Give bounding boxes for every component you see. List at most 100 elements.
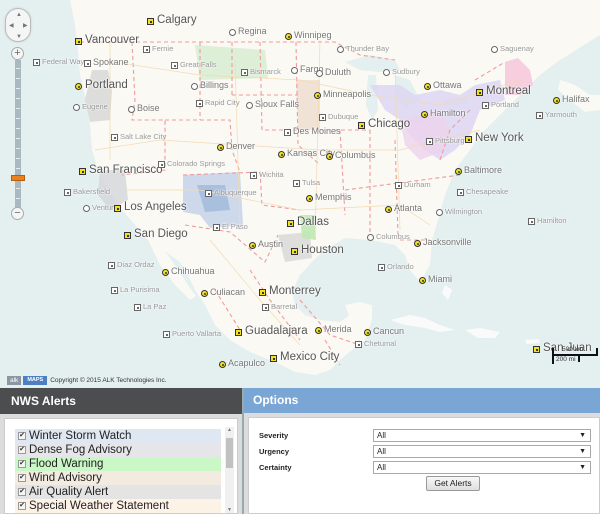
city-marker-icon[interactable] — [111, 134, 118, 141]
city-marker-icon[interactable] — [249, 242, 256, 249]
zoom-in-button[interactable]: + — [11, 47, 24, 60]
city-marker-icon[interactable] — [291, 67, 298, 74]
city-marker-icon[interactable] — [355, 341, 362, 348]
city-marker-icon[interactable] — [306, 195, 313, 202]
city-marker-icon[interactable] — [241, 69, 248, 76]
city-marker-icon[interactable] — [270, 355, 277, 362]
city-marker-icon[interactable] — [315, 327, 322, 334]
city-marker-icon[interactable] — [455, 168, 462, 175]
alert-type-item[interactable]: ✔ Dense Fog Advisory — [15, 443, 221, 457]
alert-type-item[interactable]: ✔ Air Quality Alert — [15, 485, 221, 499]
scroll-down-arrow-icon[interactable]: ▼ — [225, 507, 234, 513]
city-marker-icon[interactable] — [84, 60, 91, 67]
pan-down-button[interactable]: ▼ — [16, 34, 22, 40]
scroll-up-arrow-icon[interactable]: ▲ — [225, 427, 234, 433]
alert-checkbox[interactable]: ✔ — [18, 488, 26, 496]
pan-control[interactable]: ▲ ◀ ▶ ▼ — [5, 8, 31, 42]
city-marker-icon[interactable] — [395, 182, 402, 189]
map-canvas[interactable]: Calgary Regina Winnipeg Thunder Bay Saguenay… — [0, 0, 600, 388]
city-marker-icon[interactable] — [383, 69, 390, 76]
city-marker-icon[interactable] — [457, 189, 464, 196]
city-marker-icon[interactable] — [419, 277, 426, 284]
scrollbar-thumb[interactable] — [226, 438, 233, 468]
alert-type-item[interactable]: ✔ Winter Storm Watch — [15, 429, 221, 443]
pan-right-button[interactable]: ▶ — [23, 23, 28, 29]
city-marker-icon[interactable] — [75, 38, 82, 45]
city-marker-icon[interactable] — [79, 168, 86, 175]
city-marker-icon[interactable] — [421, 111, 428, 118]
city-marker-icon[interactable] — [465, 136, 472, 143]
zoom-out-button[interactable]: − — [11, 207, 24, 220]
alerts-scrollbar[interactable]: ▲ ▼ — [225, 427, 234, 513]
city-marker-icon[interactable] — [287, 220, 294, 227]
city-marker-icon[interactable] — [128, 106, 135, 113]
city-marker-icon[interactable] — [229, 29, 236, 36]
alert-checkbox[interactable]: ✔ — [18, 432, 26, 440]
alert-type-item[interactable]: ✔ Special Weather Statement — [15, 499, 221, 513]
city-marker-icon[interactable] — [250, 172, 257, 179]
city-marker-icon[interactable] — [205, 190, 212, 197]
city-marker-icon[interactable] — [364, 329, 371, 336]
city-marker-icon[interactable] — [33, 59, 40, 66]
city-marker-icon[interactable] — [158, 161, 165, 168]
city-marker-icon[interactable] — [528, 218, 535, 225]
city-marker-icon[interactable] — [426, 138, 433, 145]
city-marker-icon[interactable] — [316, 70, 323, 77]
city-marker-icon[interactable] — [533, 346, 540, 353]
alert-checkbox[interactable]: ✔ — [18, 474, 26, 482]
city-marker-icon[interactable] — [235, 329, 242, 336]
city-marker-icon[interactable] — [163, 331, 170, 338]
city-marker-icon[interactable] — [114, 205, 121, 212]
city-marker-icon[interactable] — [217, 144, 224, 151]
city-marker-icon[interactable] — [219, 361, 226, 368]
alert-checkbox[interactable]: ✔ — [18, 460, 26, 468]
city-marker-icon[interactable] — [414, 240, 421, 247]
city-marker-icon[interactable] — [246, 102, 253, 109]
city-marker-icon[interactable] — [314, 92, 321, 99]
alert-checkbox[interactable]: ✔ — [18, 502, 26, 510]
city-marker-icon[interactable] — [424, 83, 431, 90]
certainty-select[interactable]: All ▼ — [373, 461, 591, 474]
city-marker-icon[interactable] — [278, 151, 285, 158]
city-marker-icon[interactable] — [284, 129, 291, 136]
city-marker-icon[interactable] — [436, 209, 443, 216]
city-marker-icon[interactable] — [358, 122, 365, 129]
city-marker-icon[interactable] — [378, 264, 385, 271]
city-marker-icon[interactable] — [111, 287, 118, 294]
city-marker-icon[interactable] — [476, 89, 483, 96]
city-marker-icon[interactable] — [162, 269, 169, 276]
city-marker-icon[interactable] — [326, 153, 333, 160]
city-marker-icon[interactable] — [553, 97, 560, 104]
city-marker-icon[interactable] — [319, 114, 326, 121]
city-marker-icon[interactable] — [482, 102, 489, 109]
zoom-slider-track[interactable] — [15, 60, 21, 208]
city-marker-icon[interactable] — [285, 33, 292, 40]
city-marker-icon[interactable] — [367, 234, 374, 241]
city-marker-icon[interactable] — [134, 304, 141, 311]
alert-type-item[interactable]: ✔ Wind Advisory — [15, 471, 221, 485]
city-marker-icon[interactable] — [337, 46, 344, 53]
city-marker-icon[interactable] — [196, 100, 203, 107]
city-marker-icon[interactable] — [73, 104, 80, 111]
city-marker-icon[interactable] — [213, 224, 220, 231]
city-marker-icon[interactable] — [385, 206, 392, 213]
alert-type-item[interactable]: ✔ Flood Warning — [15, 457, 221, 471]
city-marker-icon[interactable] — [191, 83, 198, 90]
get-alerts-button[interactable]: Get Alerts — [426, 476, 480, 491]
city-marker-icon[interactable] — [124, 232, 131, 239]
city-marker-icon[interactable] — [171, 62, 178, 69]
city-marker-icon[interactable] — [147, 18, 154, 25]
city-marker-icon[interactable] — [262, 304, 269, 311]
city-marker-icon[interactable] — [143, 46, 150, 53]
city-marker-icon[interactable] — [64, 189, 71, 196]
city-marker-icon[interactable] — [293, 180, 300, 187]
pan-up-button[interactable]: ▲ — [16, 12, 22, 18]
city-marker-icon[interactable] — [201, 290, 208, 297]
city-marker-icon[interactable] — [491, 46, 498, 53]
city-marker-icon[interactable] — [108, 262, 115, 269]
city-marker-icon[interactable] — [291, 248, 298, 255]
city-marker-icon[interactable] — [83, 205, 90, 212]
pan-left-button[interactable]: ◀ — [9, 23, 14, 29]
city-marker-icon[interactable] — [259, 289, 266, 296]
zoom-slider-handle[interactable] — [11, 175, 25, 182]
